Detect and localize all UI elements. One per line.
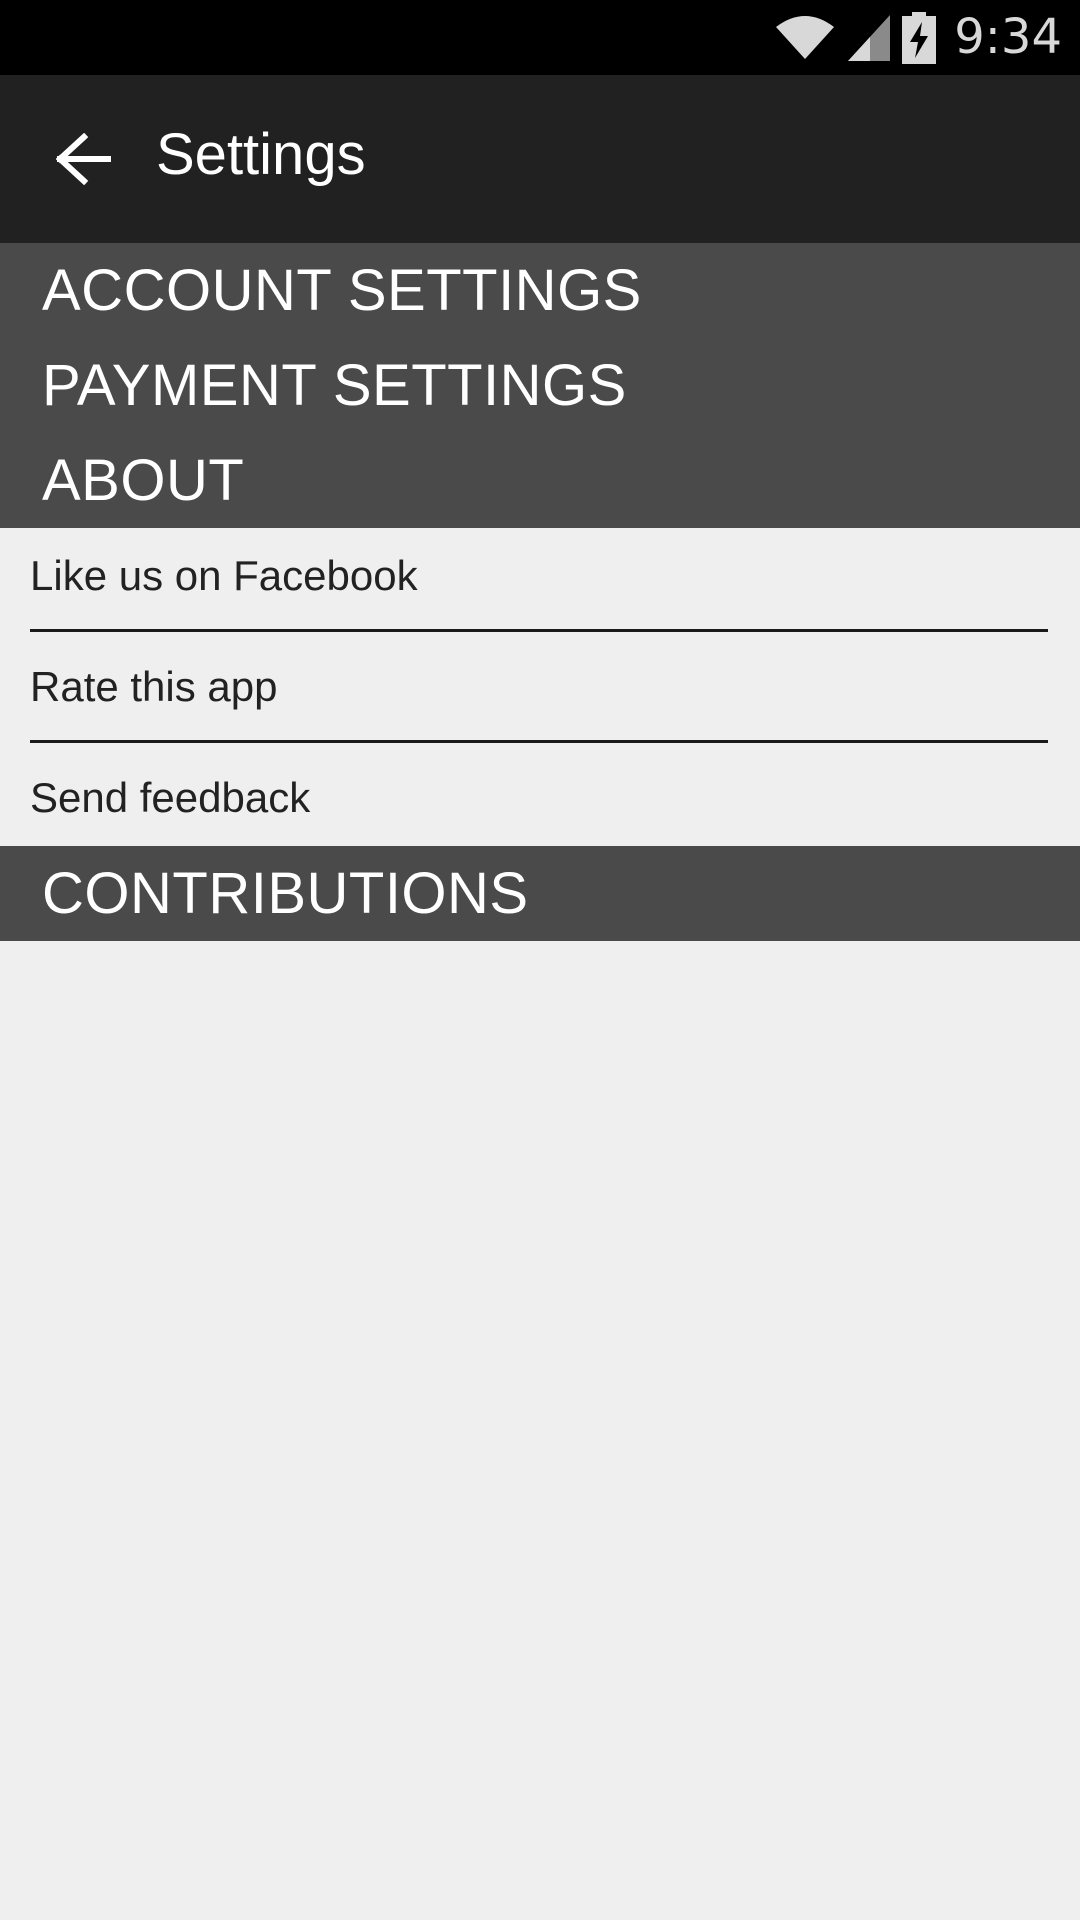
arrow-back-icon [56,133,111,185]
list-item-rate-app[interactable]: Rate this app [30,663,278,711]
section-payment-settings[interactable]: PAYMENT SETTINGS [0,338,1080,433]
app-bar: Settings [0,75,1080,243]
contributions-section: CONTRIBUTIONS [0,846,1080,941]
list-item-send-feedback[interactable]: Send feedback [30,774,310,822]
list-item-like-facebook[interactable]: Like us on Facebook [30,552,418,600]
section-account-settings[interactable]: ACCOUNT SETTINGS [0,243,1080,338]
status-bar: 9:34 [0,0,1080,75]
status-icons: 9:34 [774,0,1062,75]
settings-sections: ACCOUNT SETTINGS PAYMENT SETTINGS ABOUT [0,243,1080,528]
section-contributions[interactable]: CONTRIBUTIONS [0,846,1080,941]
status-time: 9:34 [954,9,1062,65]
divider [30,629,1048,632]
about-list: Like us on Facebook Rate this app Send f… [0,528,1080,846]
page-title: Settings [156,122,366,187]
back-button[interactable] [44,119,124,199]
battery-charging-icon [902,11,937,64]
wifi-icon [774,13,836,63]
section-about[interactable]: ABOUT [0,433,1080,528]
cell-signal-icon [846,13,892,63]
divider [30,740,1048,743]
